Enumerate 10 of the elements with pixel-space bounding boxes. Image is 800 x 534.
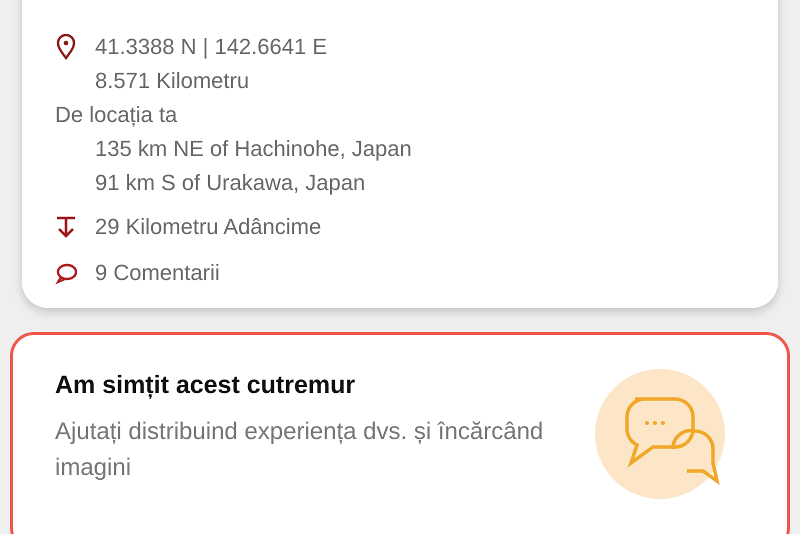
- felt-earthquake-card[interactable]: Am simțit acest cutremur Ajutați distribuind experiența dvs. și încărcând imagini: [10, 332, 790, 534]
- nearby-place-text: 91 km S of Urakawa, Japan: [95, 169, 366, 197]
- depth-text: 29 Kilometru Adâncime: [95, 213, 322, 241]
- coordinates-text: 41.3388 N | 142.6641 E: [95, 33, 328, 61]
- distance-text: 8.571 Kilometru: [95, 67, 250, 95]
- felt-card-title: Am simțit acest cutremur: [55, 371, 356, 400]
- felt-card-subtitle: Ajutați distribuind experiența dvs. și încărcând imagini: [55, 417, 544, 483]
- nearby-place-text: 135 km NE of Hachinohe, Japan: [95, 135, 413, 163]
- comments-count-text[interactable]: 9 Comentarii: [95, 256, 220, 290]
- from-location-label: De locația ta: [55, 101, 178, 129]
